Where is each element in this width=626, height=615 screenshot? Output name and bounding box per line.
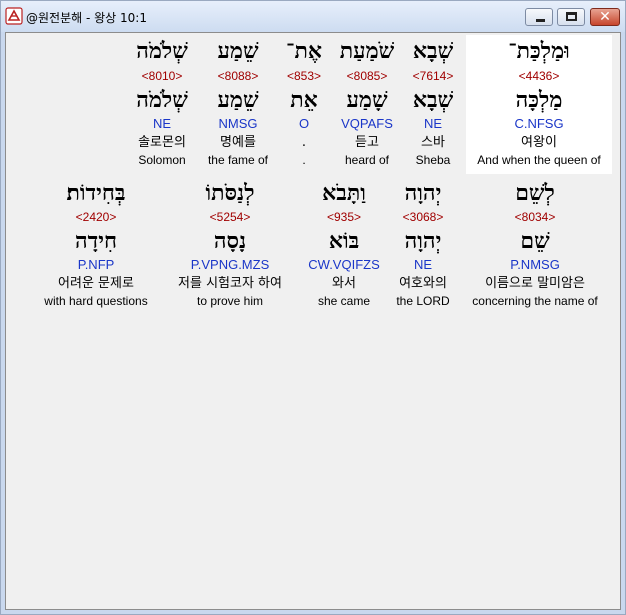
korean-gloss: 어려운 문제로 — [58, 276, 134, 291]
hebrew-word[interactable]: אֶת־ — [286, 39, 322, 63]
korean-gloss: 명예를 — [220, 135, 256, 150]
morphology-code: NE — [423, 116, 443, 131]
english-gloss: the LORD — [396, 294, 450, 308]
korean-gloss: 와서 — [332, 276, 356, 291]
lemma-word: נָסָה — [213, 228, 247, 254]
hebrew-word[interactable]: בְּחִידוֹת׃ — [66, 181, 125, 205]
hebrew-word[interactable]: יְהוָה — [405, 181, 442, 205]
hebrew-word[interactable]: שְׁבָא — [413, 39, 453, 63]
strong-number[interactable]: <7614> — [413, 69, 454, 83]
window-title: @원전분해 - 왕상 10:1 — [26, 11, 147, 25]
korean-gloss: 여호와의 — [399, 276, 447, 291]
hebrew-word[interactable]: וַתָּבֹא — [322, 181, 366, 205]
morphology-code: P.NFP — [77, 257, 115, 272]
morphology-code: P.NMSG — [510, 257, 560, 272]
lemma-word: בּוֹא — [328, 228, 360, 254]
english-gloss: the fame of — [207, 153, 269, 167]
lemma-word: שְׁבָא — [412, 87, 454, 113]
lemma-word: אֵת — [290, 87, 318, 113]
lemma-word: שָׁמַע — [346, 87, 388, 113]
morphology-code: NMSG — [218, 116, 258, 131]
close-icon: ✕ — [599, 9, 611, 25]
english-gloss: . — [302, 153, 306, 167]
korean-gloss: 스바 — [421, 135, 445, 150]
title-bar[interactable]: @원전분해 - 왕상 10:1 ✕ — [1, 1, 625, 32]
english-gloss: Sheba — [415, 153, 451, 167]
english-gloss: heard of — [344, 153, 390, 167]
minimize-button[interactable] — [525, 8, 553, 26]
strong-number[interactable]: <3068> — [403, 210, 444, 224]
close-button[interactable]: ✕ — [590, 8, 620, 26]
hebrew-word[interactable]: וּמַלְכַּת־ — [508, 39, 570, 63]
hebrew-word[interactable]: לְשֵׁם — [515, 181, 555, 205]
analysis-panel: וּמַלְכַּת־ <4436> מַלְכָּה C.NFSG 여왕이 A… — [5, 32, 621, 610]
maximize-icon — [566, 12, 577, 21]
strong-number[interactable]: <853> — [287, 69, 321, 83]
lemma-word: יְהוָה — [404, 228, 442, 254]
morphology-code: NE — [413, 257, 433, 272]
strong-number[interactable]: <935> — [327, 210, 361, 224]
lemma-word: מַלְכָּה — [515, 87, 563, 113]
strong-number[interactable]: <5254> — [210, 210, 251, 224]
hebrew-word[interactable]: שֹׁמַעַת — [340, 39, 394, 63]
strong-number[interactable]: <8010> — [142, 69, 183, 83]
korean-gloss: 저를 시험코자 하여 — [178, 276, 282, 291]
strong-number[interactable]: <4436> — [519, 69, 560, 83]
morphology-code: NE — [152, 116, 172, 131]
minimize-icon — [536, 19, 545, 22]
hebrew-word[interactable]: לְנַסֹּתוֹ — [205, 181, 254, 205]
lemma-word: שְׁלֹמֹה — [136, 87, 188, 113]
english-gloss: And when the queen of — [477, 153, 601, 167]
morphology-code: O — [298, 116, 310, 131]
app-window: @원전분해 - 왕상 10:1 ✕ וּמַלְכַּת־ <4436> מַל… — [0, 0, 626, 615]
morphology-code: CW.VQIFZS — [308, 257, 380, 272]
korean-gloss: 이름으로 말미암은 — [485, 276, 585, 291]
strong-number[interactable]: <8034> — [515, 210, 556, 224]
strong-number[interactable]: <2420> — [76, 210, 117, 224]
morphology-code: C.NFSG — [514, 116, 564, 131]
strong-number[interactable]: <8088> — [218, 69, 259, 83]
korean-gloss: 듣고 — [355, 135, 379, 150]
korean-gloss: . — [301, 135, 307, 150]
english-gloss: to prove him — [196, 294, 264, 308]
lemma-word: שֵׁם — [520, 228, 550, 254]
english-gloss: concerning the name of — [472, 294, 598, 308]
morphology-code: VQPAFS — [341, 116, 393, 131]
hebrew-word[interactable]: שְׁלֹמֹה — [136, 39, 188, 63]
hebrew-word[interactable]: שֵׁמַע — [217, 39, 258, 63]
morphology-code: P.VPNG.MZS — [190, 257, 270, 272]
english-gloss: she came — [317, 294, 371, 308]
lemma-word: חִידָה — [74, 228, 118, 254]
english-gloss: Solomon — [138, 153, 186, 167]
lemma-word: שֵׁמַע — [217, 87, 259, 113]
english-gloss: with hard questions — [44, 294, 148, 308]
korean-gloss: 솔로몬의 — [138, 135, 186, 150]
maximize-button[interactable] — [557, 8, 585, 26]
korean-gloss: 여왕이 — [521, 135, 557, 150]
strong-number[interactable]: <8085> — [347, 69, 388, 83]
app-logo-icon — [5, 7, 23, 25]
